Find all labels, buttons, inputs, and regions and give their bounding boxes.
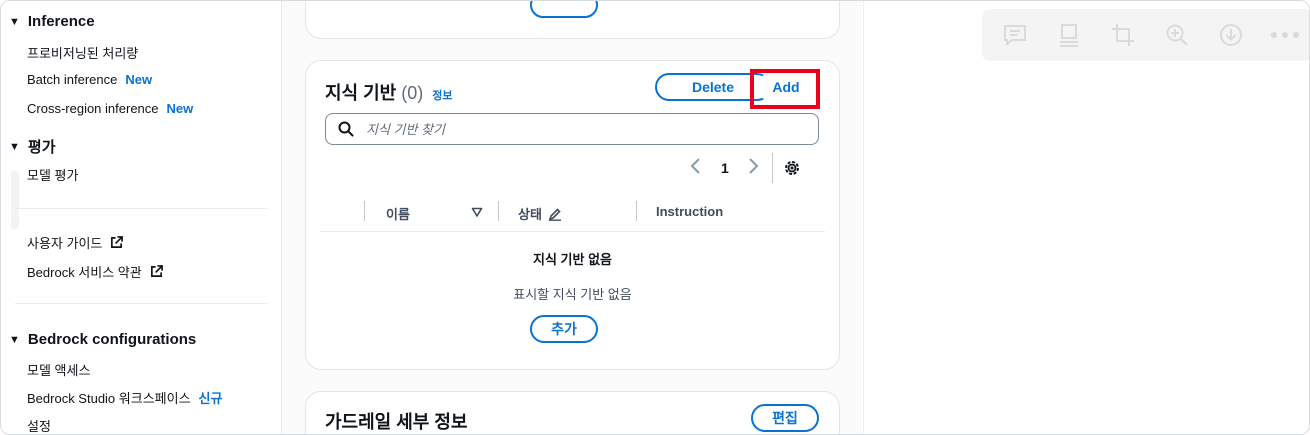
right-panel [863,1,1309,434]
column-label: 이름 [386,207,410,222]
sidebar-item-label: Batch inference [27,72,118,87]
caret-down-icon: ▼ [9,15,20,28]
empty-state-title: 지식 기반 없음 [533,252,612,267]
new-badge: 신규 [198,391,223,406]
item-count: (0) [401,83,424,103]
app-frame: ▼ Inference 프로비저닝된 처리량 Batch inference N… [0,0,1310,435]
comment-icon[interactable] [988,15,1042,55]
sidebar: ▼ Inference 프로비저닝된 처리량 Batch inference N… [1,1,282,434]
column-label: Instruction [656,204,724,219]
sidebar-item-label: Bedrock Studio 워크스페이스 [27,391,191,406]
sidebar-item-label: Bedrock 서비스 약관 [27,265,142,280]
search-field[interactable] [325,113,819,145]
sidebar-item-label: Cross-region inference [27,101,159,116]
sidebar-item-label: 프로비저닝된 처리량 [27,46,139,61]
search-icon [338,121,354,137]
external-link-icon [111,236,124,248]
column-header-instruction[interactable]: Instruction [656,204,723,219]
external-link-icon [150,265,163,277]
caret-down-icon: ▼ [9,333,20,346]
edit-pencil-icon [548,207,561,221]
scroll-indicator [11,171,19,229]
add-button[interactable]: Add [757,73,815,101]
column-header-name[interactable]: 이름 [386,204,410,223]
section-configurations-toggle[interactable]: ▼ Bedrock configurations [9,331,196,348]
sidebar-item-cross-region-inference[interactable]: Cross-region inference New [27,101,193,116]
sidebar-item-batch-inference[interactable]: Batch inference New [27,72,152,87]
sidebar-link-service-terms[interactable]: Bedrock 서비스 약관 [27,262,163,281]
card-action-button[interactable] [530,1,598,18]
current-page[interactable]: 1 [721,160,729,176]
section-inference-toggle[interactable]: ▼ Inference [9,13,95,30]
floating-toolbar [982,9,1309,61]
table-header-divider [320,231,825,232]
info-link[interactable]: 정보 [432,87,452,103]
divider [15,303,267,304]
next-page-button[interactable] [746,157,760,175]
download-icon[interactable] [1204,15,1258,55]
chevron-right-icon [749,158,759,174]
column-separator [636,201,637,221]
section-title: Inference [27,13,95,30]
search-input[interactable] [364,120,788,138]
panel-title: 지식 기반 [325,83,397,103]
panel-header: 지식 기반 (0) 정보 [325,79,453,105]
section-evaluation-toggle[interactable]: ▼ 평가 [9,136,56,157]
main-content: 지식 기반 (0) 정보 Delete Add 1 [282,1,862,434]
panel-title: 가드레일 세부 정보 [325,412,468,432]
caret-down-icon: ▼ [9,140,20,153]
layout-icon[interactable] [1042,15,1096,55]
previous-page-button[interactable] [689,157,703,175]
sidebar-item-label: 모델 액세스 [27,363,91,378]
new-badge: New [125,72,153,87]
sidebar-item-settings[interactable]: 설정 [27,416,51,434]
sidebar-item-bedrock-studio[interactable]: Bedrock Studio 워크스페이스 신규 [27,388,222,407]
sidebar-item-model-access[interactable]: 모델 액세스 [27,360,90,379]
divider [15,208,267,209]
divider [772,153,773,183]
previous-card [305,1,840,39]
column-separator [364,201,365,221]
empty-state-subtitle: 표시할 지식 기반 없음 [513,287,632,302]
new-badge: New [166,101,194,116]
section-title: 평가 [27,139,56,156]
knowledge-base-panel: 지식 기반 (0) 정보 Delete Add 1 [305,60,840,370]
zoom-in-icon[interactable] [1150,15,1204,55]
sidebar-item-label: 설정 [27,419,51,434]
settings-gear-icon[interactable] [783,159,801,177]
sort-desc-icon[interactable] [471,206,483,218]
sidebar-item-provisioned-throughput[interactable]: 프로비저닝된 처리량 [27,43,138,62]
column-label: 상태 [518,207,542,222]
edit-button[interactable]: 편집 [751,404,819,432]
sidebar-item-label: 모델 평가 [27,168,79,183]
sidebar-item-label: 사용자 가이드 [27,236,103,251]
guardrail-details-panel: 가드레일 세부 정보 편집 [305,391,840,434]
sidebar-link-user-guide[interactable]: 사용자 가이드 [27,233,124,252]
column-header-status[interactable]: 상태 [518,204,562,223]
more-icon[interactable] [1258,15,1309,55]
crop-icon[interactable] [1096,15,1150,55]
column-separator [498,201,499,221]
sidebar-item-model-evaluation[interactable]: 모델 평가 [27,165,78,184]
create-knowledge-base-button[interactable]: 추가 [530,315,598,343]
chevron-left-icon [690,158,700,174]
section-title: Bedrock configurations [27,331,197,348]
